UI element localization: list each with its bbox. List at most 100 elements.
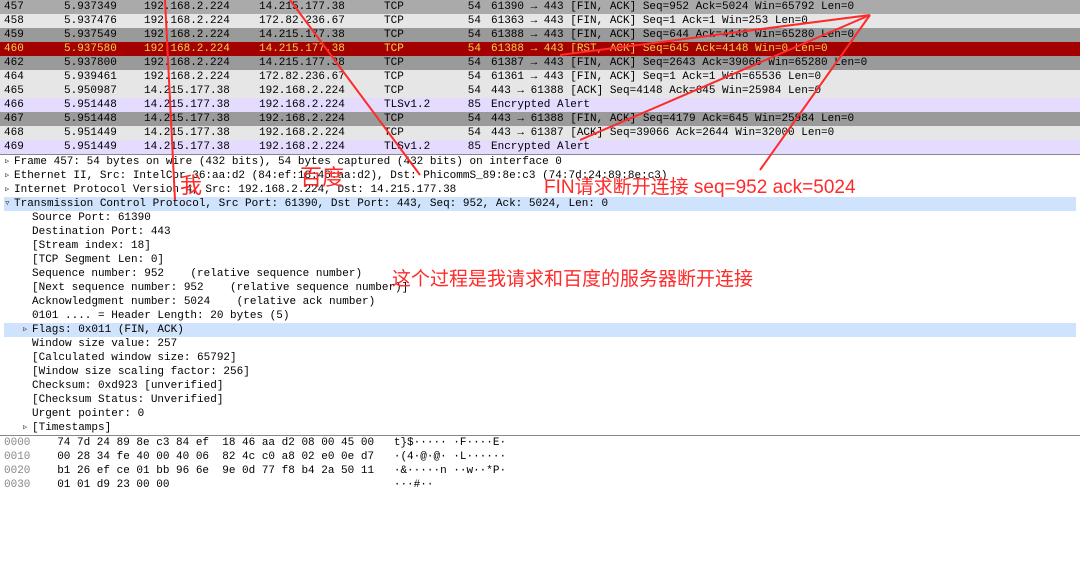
detail-ethernet[interactable]: ▹Ethernet II, Src: IntelCor_36:aa:d2 (84… — [4, 169, 1076, 183]
cell-time: 5.939461 — [60, 70, 140, 84]
cell-len: 54 — [460, 112, 485, 126]
cell-no: 468 — [0, 126, 60, 140]
detail-winscl: [Window size scaling factor: 256] — [4, 365, 1076, 379]
detail-nextseq: [Next sequence number: 952 (relative seq… — [4, 281, 1076, 295]
cell-info: 61388 → 443 [FIN, ACK] Seq=644 Ack=4148 … — [485, 28, 1080, 42]
packet-list[interactable]: 4575.937349192.168.2.22414.215.177.38TCP… — [0, 0, 1080, 154]
cell-src: 192.168.2.224 — [140, 42, 255, 56]
packet-row[interactable]: 4605.937580192.168.2.22414.215.177.38TCP… — [0, 42, 1080, 56]
cell-src: 14.215.177.38 — [140, 98, 255, 112]
detail-urgptr: Urgent pointer: 0 — [4, 407, 1076, 421]
cell-info: 61363 → 443 [FIN, ACK] Seq=1 Ack=1 Win=2… — [485, 14, 1080, 28]
cell-proto: TCP — [380, 70, 460, 84]
cell-proto: TCP — [380, 14, 460, 28]
cell-len: 54 — [460, 70, 485, 84]
cell-info: 443 → 61387 [ACK] Seq=39066 Ack=2644 Win… — [485, 126, 1080, 140]
packet-row[interactable]: 4675.95144814.215.177.38192.168.2.224TCP… — [0, 112, 1080, 126]
cell-no: 460 — [0, 42, 60, 56]
packet-row[interactable]: 4625.937800192.168.2.22414.215.177.38TCP… — [0, 56, 1080, 70]
cell-dst: 14.215.177.38 — [255, 42, 380, 56]
packet-row[interactable]: 4695.95144914.215.177.38192.168.2.224TLS… — [0, 140, 1080, 154]
cell-dst: 192.168.2.224 — [255, 84, 380, 98]
cell-time: 5.951449 — [60, 140, 140, 154]
detail-seqnum: Sequence number: 952 (relative sequence … — [4, 267, 1076, 281]
cell-time: 5.937349 — [60, 0, 140, 14]
cell-no: 467 — [0, 112, 60, 126]
detail-tcp[interactable]: ▿Transmission Control Protocol, Src Port… — [4, 197, 1076, 211]
hex-line: 0000 74 7d 24 89 8e c3 84 ef 18 46 aa d2… — [4, 436, 1076, 450]
cell-src: 192.168.2.224 — [140, 0, 255, 14]
cell-proto: TCP — [380, 84, 460, 98]
packet-row[interactable]: 4645.939461192.168.2.224172.82.236.67TCP… — [0, 70, 1080, 84]
detail-seglen: [TCP Segment Len: 0] — [4, 253, 1076, 267]
cell-no: 462 — [0, 56, 60, 70]
cell-len: 54 — [460, 84, 485, 98]
cell-src: 14.215.177.38 — [140, 140, 255, 154]
cell-dst: 172.82.236.67 — [255, 14, 380, 28]
cell-dst: 14.215.177.38 — [255, 56, 380, 70]
cell-proto: TCP — [380, 42, 460, 56]
cell-time: 5.951448 — [60, 112, 140, 126]
packet-details-pane[interactable]: ▹Frame 457: 54 bytes on wire (432 bits),… — [0, 154, 1080, 435]
cell-len: 54 — [460, 42, 485, 56]
cell-time: 5.937476 — [60, 14, 140, 28]
detail-dstport: Destination Port: 443 — [4, 225, 1076, 239]
cell-proto: TCP — [380, 28, 460, 42]
packet-row[interactable]: 4685.95144914.215.177.38192.168.2.224TCP… — [0, 126, 1080, 140]
cell-info: 61390 → 443 [FIN, ACK] Seq=952 Ack=5024 … — [485, 0, 1080, 14]
detail-timestamps[interactable]: ▹[Timestamps] — [4, 421, 1076, 435]
cell-len: 54 — [460, 0, 485, 14]
hex-line: 0010 00 28 34 fe 40 00 40 06 82 4c c0 a8… — [4, 450, 1076, 464]
cell-time: 5.937800 — [60, 56, 140, 70]
detail-stream: [Stream index: 18] — [4, 239, 1076, 253]
packet-row[interactable]: 4655.95098714.215.177.38192.168.2.224TCP… — [0, 84, 1080, 98]
detail-hdrlen: 0101 .... = Header Length: 20 bytes (5) — [4, 309, 1076, 323]
cell-proto: TCP — [380, 112, 460, 126]
detail-frame[interactable]: ▹Frame 457: 54 bytes on wire (432 bits),… — [4, 155, 1076, 169]
detail-flags[interactable]: ▹Flags: 0x011 (FIN, ACK) — [4, 323, 1076, 337]
cell-src: 192.168.2.224 — [140, 70, 255, 84]
cell-len: 85 — [460, 140, 485, 154]
cell-dst: 14.215.177.38 — [255, 0, 380, 14]
packet-row[interactable]: 4575.937349192.168.2.22414.215.177.38TCP… — [0, 0, 1080, 14]
detail-calcwin: [Calculated window size: 65792] — [4, 351, 1076, 365]
hex-line: 0020 b1 26 ef ce 01 bb 96 6e 9e 0d 77 f8… — [4, 464, 1076, 478]
cell-src: 192.168.2.224 — [140, 14, 255, 28]
cell-len: 54 — [460, 126, 485, 140]
cell-info: Encrypted Alert — [485, 140, 1080, 154]
cell-len: 85 — [460, 98, 485, 112]
packet-row[interactable]: 4665.95144814.215.177.38192.168.2.224TLS… — [0, 98, 1080, 112]
cell-info: 61388 → 443 [RST, ACK] Seq=645 Ack=4148 … — [485, 42, 1080, 56]
cell-proto: TLSv1.2 — [380, 140, 460, 154]
cell-no: 464 — [0, 70, 60, 84]
hex-line: 0030 01 01 d9 23 00 00 ···#·· — [4, 478, 1076, 492]
detail-srcport: Source Port: 61390 — [4, 211, 1076, 225]
packet-row[interactable]: 4585.937476192.168.2.224172.82.236.67TCP… — [0, 14, 1080, 28]
cell-no: 465 — [0, 84, 60, 98]
cell-proto: TCP — [380, 126, 460, 140]
cell-src: 14.215.177.38 — [140, 126, 255, 140]
cell-len: 54 — [460, 28, 485, 42]
cell-no: 457 — [0, 0, 60, 14]
cell-proto: TLSv1.2 — [380, 98, 460, 112]
cell-no: 466 — [0, 98, 60, 112]
packet-row[interactable]: 4595.937549192.168.2.22414.215.177.38TCP… — [0, 28, 1080, 42]
cell-info: 61387 → 443 [FIN, ACK] Seq=2643 Ack=3906… — [485, 56, 1080, 70]
cell-time: 5.951448 — [60, 98, 140, 112]
hex-dump-pane[interactable]: 0000 74 7d 24 89 8e c3 84 ef 18 46 aa d2… — [0, 435, 1080, 492]
detail-ip[interactable]: ▹Internet Protocol Version 4, Src: 192.1… — [4, 183, 1076, 197]
cell-dst: 172.82.236.67 — [255, 70, 380, 84]
cell-len: 54 — [460, 56, 485, 70]
cell-time: 5.937580 — [60, 42, 140, 56]
cell-info: 443 → 61388 [ACK] Seq=4148 Ack=645 Win=2… — [485, 84, 1080, 98]
cell-no: 459 — [0, 28, 60, 42]
cell-proto: TCP — [380, 0, 460, 14]
cell-dst: 192.168.2.224 — [255, 140, 380, 154]
cell-src: 192.168.2.224 — [140, 56, 255, 70]
cell-src: 192.168.2.224 — [140, 28, 255, 42]
cell-src: 14.215.177.38 — [140, 84, 255, 98]
cell-dst: 14.215.177.38 — [255, 28, 380, 42]
cell-dst: 192.168.2.224 — [255, 98, 380, 112]
cell-time: 5.950987 — [60, 84, 140, 98]
cell-no: 458 — [0, 14, 60, 28]
